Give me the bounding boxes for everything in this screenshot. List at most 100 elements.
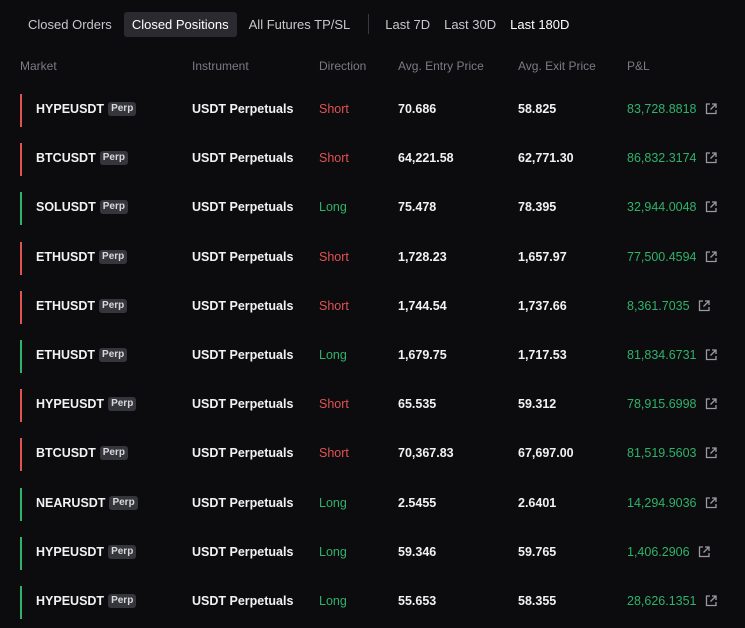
share-external-link-icon[interactable] bbox=[704, 446, 718, 460]
perp-badge: Perp bbox=[108, 593, 137, 608]
share-external-link-icon[interactable] bbox=[704, 594, 718, 608]
share-external-link-icon[interactable] bbox=[704, 200, 718, 214]
share-external-link-icon[interactable] bbox=[704, 151, 718, 165]
perp-badge: Perp bbox=[108, 544, 137, 559]
market-symbol: HYPEUSDT bbox=[36, 102, 105, 116]
entry-price-cell: 70,367.83 bbox=[398, 446, 454, 461]
column-header-pnl: P&L bbox=[627, 59, 650, 73]
market-symbol: NEARUSDT bbox=[36, 495, 106, 510]
entry-price-cell: 59.346 bbox=[398, 544, 437, 559]
pnl-cell: 14,294.9036 bbox=[627, 496, 718, 510]
direction-indicator-bar bbox=[20, 389, 22, 423]
table-header: Market Instrument Direction Avg. Entry P… bbox=[0, 59, 745, 75]
direction-cell: Short bbox=[319, 102, 349, 116]
exit-price-cell: 59.765 bbox=[518, 544, 557, 559]
market-cell: HYPEUSDT Perp bbox=[36, 397, 137, 412]
pnl-cell: 81,834.6731 bbox=[627, 348, 718, 362]
share-external-link-icon[interactable] bbox=[704, 496, 718, 510]
exit-price-cell: 58.825 bbox=[518, 102, 557, 116]
direction-indicator-bar bbox=[20, 241, 22, 275]
pnl-value: 77,500.4594 bbox=[627, 249, 697, 264]
column-header-entry-price: Avg. Entry Price bbox=[398, 59, 484, 73]
table-row[interactable]: ETHUSDT Perp USDT Perpetuals Short 1,744.54 1… bbox=[0, 283, 745, 332]
period-last-180d[interactable]: Last 180D bbox=[504, 12, 575, 37]
tab-divider bbox=[368, 14, 370, 34]
direction-cell: Short bbox=[319, 397, 349, 412]
positions-table-body: HYPEUSDT Perp USDT Perpetuals Short 70.686 58… bbox=[0, 86, 745, 627]
column-header-instrument: Instrument bbox=[192, 59, 249, 73]
tab-all-futures-tpsl[interactable]: All Futures TP/SL bbox=[241, 12, 359, 37]
direction-indicator-bar bbox=[20, 438, 22, 472]
exit-price-cell: 58.355 bbox=[518, 593, 557, 608]
tab-closed-positions[interactable]: Closed Positions bbox=[123, 11, 237, 37]
share-external-link-icon[interactable] bbox=[697, 545, 711, 559]
market-symbol: ETHUSDT bbox=[36, 347, 96, 362]
direction-indicator-bar bbox=[20, 585, 22, 619]
instrument-cell: USDT Perpetuals bbox=[192, 495, 294, 510]
pnl-cell: 1,406.2906 bbox=[627, 545, 711, 559]
direction-cell: Long bbox=[319, 593, 347, 608]
market-cell: ETHUSDT Perp bbox=[36, 298, 128, 313]
table-row[interactable]: HYPEUSDT Perp USDT Perpetuals Short 65.535 59… bbox=[0, 381, 745, 430]
pnl-cell: 28,626.1351 bbox=[627, 594, 718, 608]
exit-price-cell: 62,771.30 bbox=[518, 151, 574, 166]
tab-closed-orders[interactable]: Closed Orders bbox=[20, 12, 120, 37]
table-row[interactable]: BTCUSDT Perp USDT Perpetuals Short 64,221.58… bbox=[0, 135, 745, 184]
period-last-30d[interactable]: Last 30D bbox=[438, 12, 502, 37]
instrument-cell: USDT Perpetuals bbox=[192, 200, 294, 215]
direction-indicator-bar bbox=[20, 192, 22, 226]
exit-price-cell: 78.395 bbox=[518, 200, 557, 215]
market-cell: ETHUSDT Perp bbox=[36, 249, 128, 264]
direction-indicator-bar bbox=[20, 536, 22, 570]
table-row[interactable]: ETHUSDT Perp USDT Perpetuals Short 1,728.23 1… bbox=[0, 234, 745, 283]
perp-badge: Perp bbox=[99, 347, 128, 362]
table-row[interactable]: ETHUSDT Perp USDT Perpetuals Long 1,679.75 1,… bbox=[0, 332, 745, 381]
table-row[interactable]: HYPEUSDT Perp USDT Perpetuals Long 55.653 58.… bbox=[0, 578, 745, 627]
pnl-cell: 83,728.8818 bbox=[627, 102, 718, 116]
pnl-cell: 32,944.0048 bbox=[627, 200, 718, 214]
pnl-value: 81,519.5603 bbox=[627, 446, 697, 461]
direction-indicator-bar bbox=[20, 487, 22, 521]
pnl-value: 81,834.6731 bbox=[627, 347, 697, 362]
direction-indicator-bar bbox=[20, 290, 22, 324]
closed-positions-panel: Closed Orders Closed Positions All Futur… bbox=[0, 0, 745, 628]
table-row[interactable]: HYPEUSDT Perp USDT Perpetuals Long 59.346 59.… bbox=[0, 529, 745, 578]
direction-indicator-bar bbox=[20, 339, 22, 373]
entry-price-cell: 1,744.54 bbox=[398, 298, 447, 313]
instrument-cell: USDT Perpetuals bbox=[192, 446, 294, 461]
pnl-value: 28,626.1351 bbox=[627, 593, 697, 608]
share-external-link-icon[interactable] bbox=[697, 299, 711, 313]
share-external-link-icon[interactable] bbox=[704, 102, 718, 116]
perp-badge: Perp bbox=[109, 495, 138, 510]
market-symbol: HYPEUSDT bbox=[36, 544, 105, 559]
direction-cell: Short bbox=[319, 151, 349, 166]
perp-badge: Perp bbox=[108, 102, 137, 116]
instrument-cell: USDT Perpetuals bbox=[192, 102, 294, 116]
instrument-cell: USDT Perpetuals bbox=[192, 298, 294, 313]
share-external-link-icon[interactable] bbox=[704, 397, 718, 411]
direction-cell: Short bbox=[319, 298, 349, 313]
table-row[interactable]: NEARUSDT Perp USDT Perpetuals Long 2.5455 2.6… bbox=[0, 480, 745, 529]
share-external-link-icon[interactable] bbox=[704, 250, 718, 264]
market-cell: HYPEUSDT Perp bbox=[36, 102, 137, 116]
instrument-cell: USDT Perpetuals bbox=[192, 397, 294, 412]
period-last-7d[interactable]: Last 7D bbox=[379, 12, 436, 37]
table-row[interactable]: BTCUSDT Perp USDT Perpetuals Short 70,367.83… bbox=[0, 430, 745, 479]
market-cell: HYPEUSDT Perp bbox=[36, 593, 137, 608]
share-external-link-icon[interactable] bbox=[704, 348, 718, 362]
perp-badge: Perp bbox=[99, 200, 128, 215]
table-row[interactable]: SOLUSDT Perp USDT Perpetuals Long 75.478 78.3… bbox=[0, 184, 745, 233]
market-symbol: ETHUSDT bbox=[36, 249, 96, 264]
perp-badge: Perp bbox=[99, 446, 128, 461]
market-symbol: SOLUSDT bbox=[36, 200, 96, 215]
perp-badge: Perp bbox=[99, 249, 128, 264]
entry-price-cell: 75.478 bbox=[398, 200, 437, 215]
market-symbol: ETHUSDT bbox=[36, 298, 96, 313]
market-symbol: HYPEUSDT bbox=[36, 397, 105, 412]
direction-indicator-bar bbox=[20, 143, 22, 177]
table-row[interactable]: HYPEUSDT Perp USDT Perpetuals Short 70.686 58… bbox=[0, 86, 745, 135]
perp-badge: Perp bbox=[108, 397, 137, 412]
pnl-value: 86,832.3174 bbox=[627, 151, 697, 166]
exit-price-cell: 1,717.53 bbox=[518, 347, 567, 362]
direction-cell: Short bbox=[319, 446, 349, 461]
